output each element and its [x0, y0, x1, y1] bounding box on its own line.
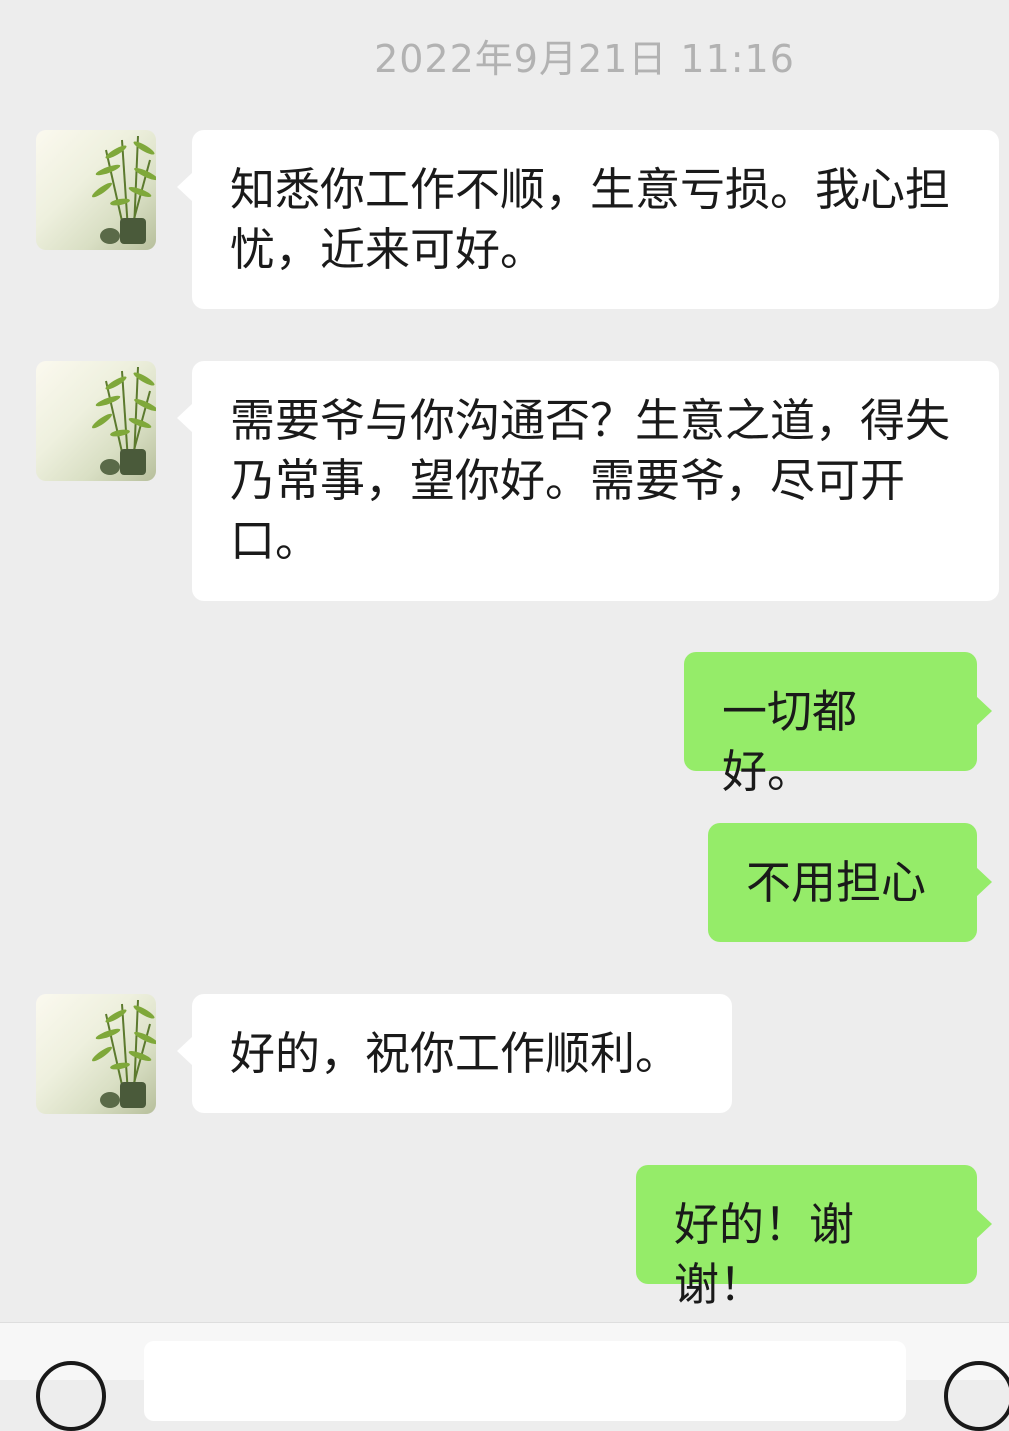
message-input[interactable]	[144, 1341, 906, 1421]
message-bubble-outgoing[interactable]: 好的！谢谢！	[636, 1165, 992, 1311]
chat-timestamp: 2022年9月21日 11:16	[374, 37, 795, 81]
bamboo-plant-icon	[92, 366, 156, 475]
contact-avatar[interactable]	[36, 994, 156, 1114]
message-bubble-outgoing[interactable]: 不用担心	[708, 823, 992, 942]
chat-input-bar	[0, 1322, 1009, 1431]
message-bubble-incoming[interactable]: 好的，祝你工作顺利。	[177, 994, 732, 1113]
message-text: 好的，祝你工作顺利。	[230, 1027, 681, 1080]
contact-avatar[interactable]	[36, 361, 156, 481]
bamboo-plant-icon	[92, 999, 156, 1108]
bamboo-plant-icon	[92, 135, 156, 244]
message-text: 好的！谢谢！	[674, 1198, 855, 1311]
message-bubble-incoming[interactable]: 需要爷与你沟通否？生意之道，得失乃常事，望你好。需要爷，尽可开口。	[177, 361, 999, 601]
message-text: 需要爷与你沟通否？生意之道，得失乃常事，望你好。需要爷，尽可开口。	[230, 394, 951, 567]
message-bubble-outgoing[interactable]: 一切都好。	[684, 652, 992, 798]
message-bubble-incoming[interactable]: 知悉你工作不顺，生意亏损。我心担忧，近来可好。	[177, 130, 999, 309]
emoji-icon[interactable]	[944, 1361, 1009, 1431]
contact-avatar[interactable]	[36, 130, 156, 250]
message-text: 不用担心	[746, 856, 927, 909]
message-text: 一切都好。	[722, 685, 858, 798]
message-text: 知悉你工作不顺，生意亏损。我心担忧，近来可好。	[230, 163, 951, 276]
voice-mode-icon[interactable]	[36, 1361, 106, 1431]
